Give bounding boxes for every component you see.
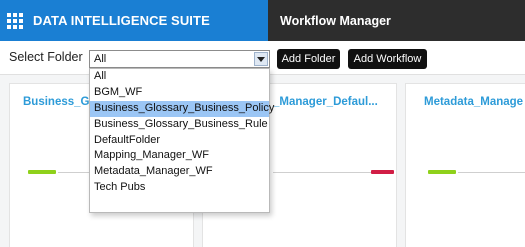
dropdown-option-all[interactable]: All: [90, 69, 269, 85]
top-bar: DATA INTELLIGENCE SUITE Workflow Manager: [0, 0, 525, 41]
dropdown-option-tech-pubs[interactable]: Tech Pubs: [90, 180, 269, 196]
chevron-down-icon[interactable]: [254, 52, 268, 66]
dropdown-option-metadata-manager-wf[interactable]: Metadata_Manager_WF: [90, 164, 269, 180]
dropdown-option-business-glossary-business-rule[interactable]: Business_Glossary_Business_Rule: [90, 117, 269, 133]
select-folder-label: Select Folder: [9, 50, 83, 64]
folder-dropdown-list: All BGM_WF Business_Glossary_Business_Po…: [89, 68, 274, 213]
brand-area: DATA INTELLIGENCE SUITE: [0, 0, 268, 41]
workflow-node-end[interactable]: [371, 170, 394, 174]
workflow-node-start[interactable]: [428, 170, 456, 174]
workflow-node-start[interactable]: [28, 170, 56, 174]
dropdown-option-mapping-manager-wf[interactable]: Mapping_Manager_WF: [90, 148, 269, 164]
module-title: Workflow Manager: [280, 13, 391, 28]
add-folder-button[interactable]: Add Folder: [277, 49, 340, 69]
app-title: DATA INTELLIGENCE SUITE: [33, 13, 210, 28]
dropdown-option-defaultfolder[interactable]: DefaultFolder: [90, 133, 269, 149]
add-workflow-button[interactable]: Add Workflow: [348, 49, 427, 69]
workflow-card-title[interactable]: _Manager_Defaul...: [273, 96, 378, 108]
folder-select[interactable]: All: [89, 50, 270, 68]
workflow-connector: [273, 172, 371, 173]
grid-icon[interactable]: [7, 12, 23, 29]
workflow-card[interactable]: Metadata_Manage: [405, 83, 525, 247]
dropdown-option-bgm-wf[interactable]: BGM_WF: [90, 85, 269, 101]
module-bar: Workflow Manager: [268, 0, 525, 41]
workflow-card-title[interactable]: Metadata_Manage: [424, 96, 523, 108]
workflow-connector: [458, 172, 525, 173]
folder-select-value: All: [94, 53, 107, 65]
dropdown-option-business-glossary-business-policy[interactable]: Business_Glossary_Business_Policy: [90, 100, 274, 117]
